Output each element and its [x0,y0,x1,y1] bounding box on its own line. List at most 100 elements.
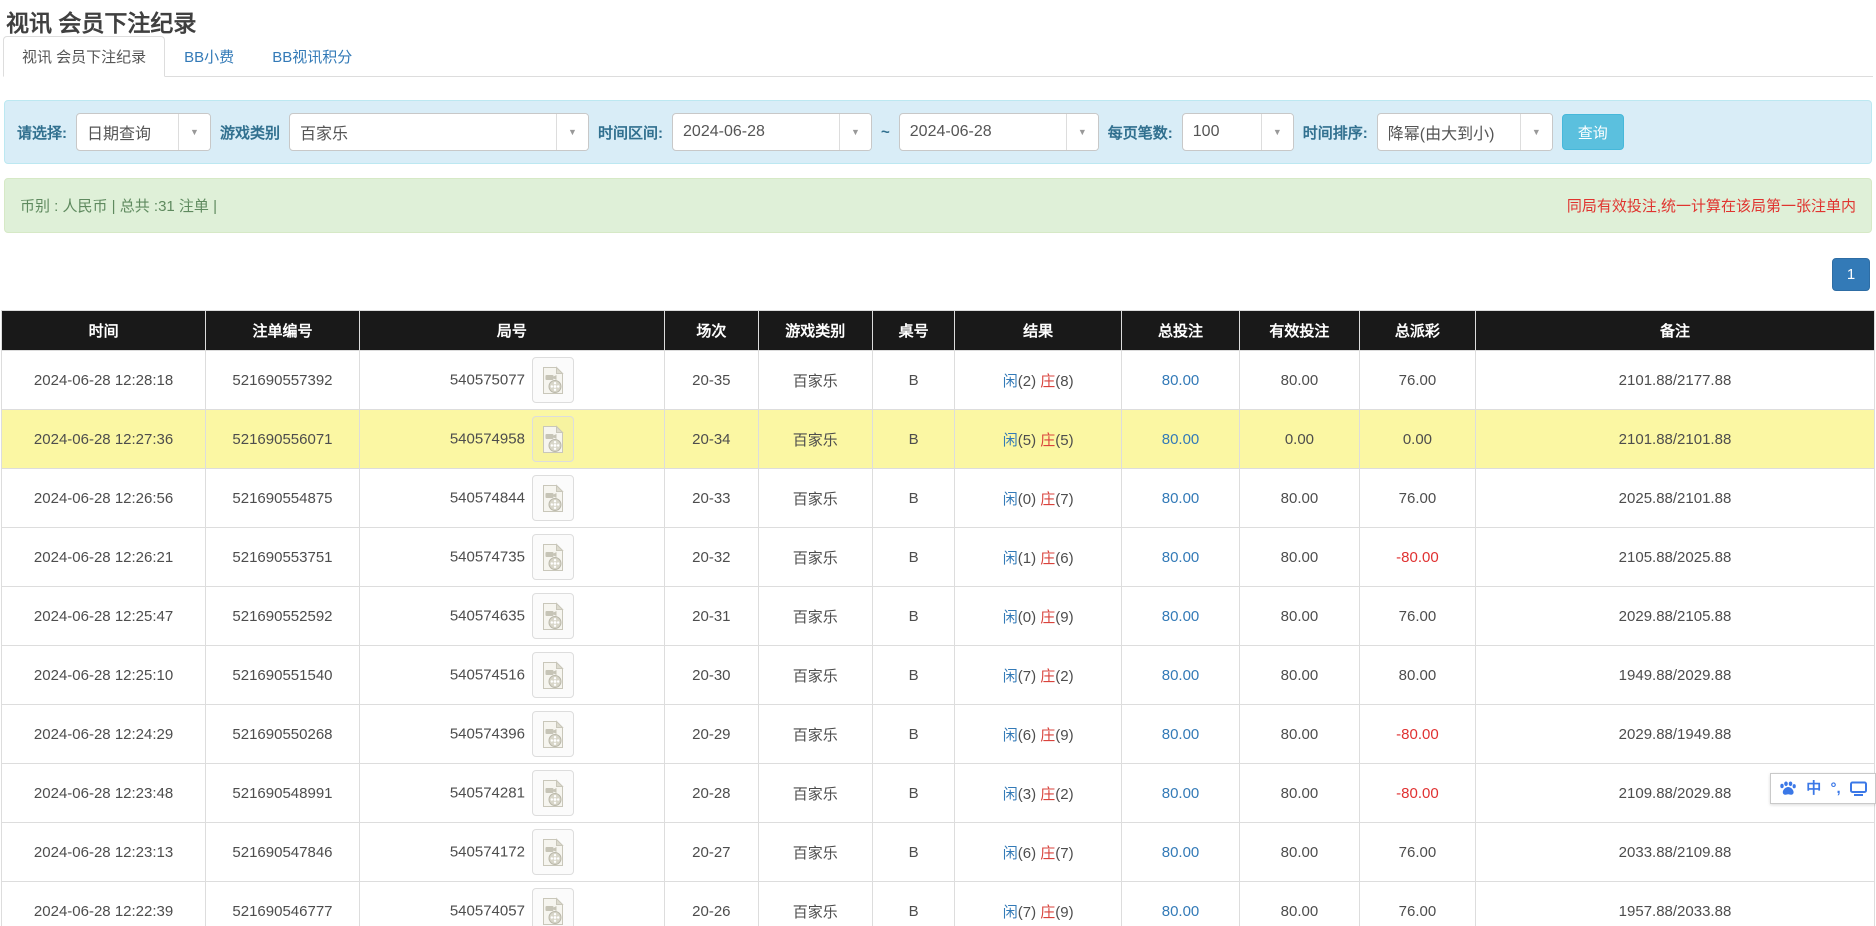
cell-total-bet: 80.00 [1122,587,1240,646]
result-player-points: (2) [1018,373,1041,390]
table-row: 2024-06-28 12:26:21521690553751540574735… [2,528,1875,587]
date-to-value: 2024-06-28 [900,114,1066,150]
result-banker-points: (9) [1055,609,1073,626]
video-record-icon [541,543,565,572]
date-range-label: 时间区间: [598,122,663,143]
total-bet-link[interactable]: 80.00 [1162,844,1200,861]
header-bet-number: 注单编号 [206,311,360,351]
page-size-label: 每页笔数: [1108,122,1173,143]
cell-valid-bet: 80.00 [1240,823,1360,882]
page-size-select[interactable]: 100 ▼ [1182,113,1294,151]
cell-valid-bet: 80.00 [1240,469,1360,528]
cell-session: 20-32 [665,528,759,587]
total-bet-link[interactable]: 80.00 [1162,785,1200,802]
cell-result: 闲(6) 庄(7) [955,823,1122,882]
video-record-icon [541,838,565,867]
pagination-page-1[interactable]: 1 [1832,258,1870,291]
result-banker-label: 庄 [1040,609,1055,626]
cell-bet-number: 521690554875 [206,469,360,528]
zhong-icon[interactable]: 中 [1806,781,1821,796]
cell-result: 闲(7) 庄(2) [955,646,1122,705]
cell-result: 闲(6) 庄(9) [955,705,1122,764]
table-header-row: 时间 注单编号 局号 场次 游戏类别 桌号 结果 总投注 有效投注 总派彩 备注 [2,311,1875,351]
video-record-button[interactable] [532,416,574,462]
time-order-select[interactable]: 降幂(由大到小) ▼ [1377,113,1553,151]
video-record-button[interactable] [532,652,574,698]
round-number: 540574396 [450,726,525,743]
cell-result: 闲(2) 庄(8) [955,351,1122,410]
query-type-select[interactable]: 日期查询 ▼ [76,113,211,151]
video-record-icon [541,425,565,454]
cell-round-number: 540574396 [359,705,664,764]
cell-time: 2024-06-28 12:25:10 [2,646,206,705]
cell-valid-bet: 80.00 [1240,528,1360,587]
result-player-points: (6) [1018,727,1041,744]
tab-bb-video-points[interactable]: BB视讯积分 [253,36,371,77]
cell-remark: 2101.88/2177.88 [1475,351,1874,410]
cell-valid-bet: 80.00 [1240,705,1360,764]
date-from-select[interactable]: 2024-06-28 ▼ [672,113,872,151]
total-bet-link[interactable]: 80.00 [1162,726,1200,743]
filter-panel: 请选择: 日期查询 ▼ 游戏类别 百家乐 ▼ 时间区间: 2024-06-28 … [4,100,1872,164]
header-game-category: 游戏类别 [758,311,872,351]
video-record-button[interactable] [532,711,574,757]
query-type-value: 日期查询 [77,114,178,150]
cell-round-number: 540574516 [359,646,664,705]
result-banker-points: (2) [1055,668,1073,685]
result-player-label: 闲 [1003,432,1018,449]
cell-session: 20-30 [665,646,759,705]
cell-remark: 1957.88/2033.88 [1475,882,1874,926]
cell-remark: 2029.88/2105.88 [1475,587,1874,646]
cell-table-number: B [872,410,954,469]
total-bet-link[interactable]: 80.00 [1162,667,1200,684]
floating-extension-toolbar: 中 °, [1770,773,1876,804]
cell-result: 闲(0) 庄(7) [955,469,1122,528]
cell-bet-number: 521690552592 [206,587,360,646]
video-record-button[interactable] [532,357,574,403]
header-table-number: 桌号 [872,311,954,351]
result-banker-label: 庄 [1040,786,1055,803]
cell-session: 20-31 [665,587,759,646]
result-player-points: (6) [1018,845,1041,862]
total-bet-link[interactable]: 80.00 [1162,431,1200,448]
video-record-button[interactable] [532,829,574,875]
video-record-button[interactable] [532,534,574,580]
table-row: 2024-06-28 12:28:18521690557392540575077… [2,351,1875,410]
paw-icon[interactable] [1779,781,1797,796]
video-record-button[interactable] [532,593,574,639]
total-bet-link[interactable]: 80.00 [1162,608,1200,625]
video-record-button[interactable] [532,770,574,816]
date-range-separator: ~ [881,124,890,141]
cell-game-category: 百家乐 [758,351,872,410]
total-bet-link[interactable]: 80.00 [1162,372,1200,389]
tab-video-bet-records[interactable]: 视讯 会员下注纪录 [3,36,165,77]
date-to-select[interactable]: 2024-06-28 ▼ [899,113,1099,151]
total-bet-link[interactable]: 80.00 [1162,490,1200,507]
cell-bet-number: 521690546777 [206,882,360,926]
query-type-label: 请选择: [17,122,67,143]
result-banker-label: 庄 [1040,668,1055,685]
tab-bb-tip[interactable]: BB小费 [165,36,253,77]
total-bet-link[interactable]: 80.00 [1162,549,1200,566]
cell-session: 20-28 [665,764,759,823]
video-record-icon [541,484,565,513]
cell-table-number: B [872,764,954,823]
cell-valid-bet: 80.00 [1240,587,1360,646]
video-record-button[interactable] [532,888,574,926]
table-row: 2024-06-28 12:25:10521690551540540574516… [2,646,1875,705]
monitor-icon[interactable] [1850,781,1867,796]
cell-round-number: 540574057 [359,882,664,926]
cell-result: 闲(7) 庄(9) [955,882,1122,926]
cell-bet-number: 521690553751 [206,528,360,587]
total-bet-link[interactable]: 80.00 [1162,903,1200,920]
query-button[interactable]: 查询 [1562,114,1624,150]
tone-icon[interactable]: °, [1831,781,1841,796]
video-record-button[interactable] [532,475,574,521]
cell-remark: 2025.88/2101.88 [1475,469,1874,528]
game-category-select[interactable]: 百家乐 ▼ [289,113,589,151]
result-player-label: 闲 [1003,904,1018,921]
records-tbody: 2024-06-28 12:28:18521690557392540575077… [2,351,1875,926]
cell-result: 闲(3) 庄(2) [955,764,1122,823]
summary-bar: 币别 : 人民币 | 总共 :31 注单 | 同局有效投注,统一计算在该局第一张… [4,178,1872,233]
game-category-label: 游戏类别 [220,122,280,143]
